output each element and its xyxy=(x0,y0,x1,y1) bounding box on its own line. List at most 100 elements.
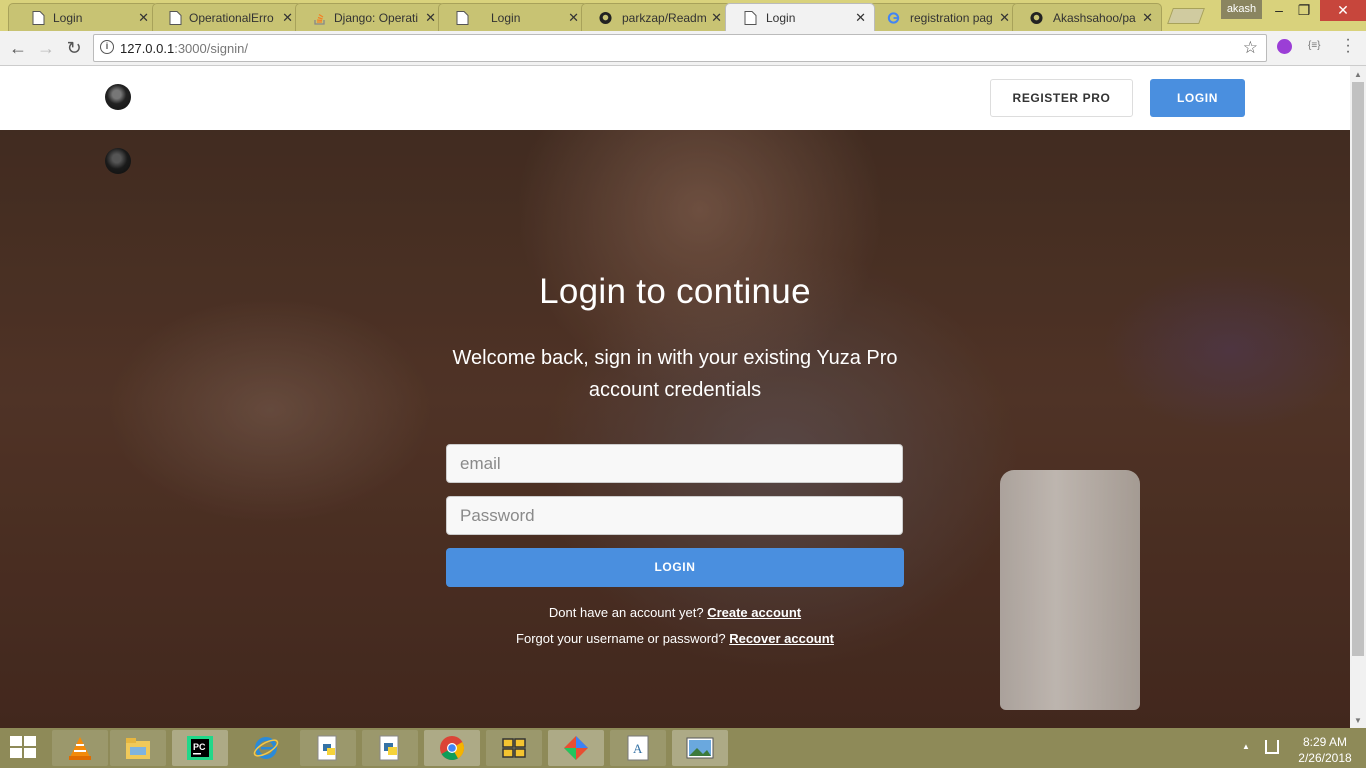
signup-prompt: Dont have an account yet? Create account xyxy=(0,605,1350,620)
minimize-icon[interactable]: – xyxy=(1265,0,1293,21)
recover-prompt: Forgot your username or password? Recove… xyxy=(0,631,1350,646)
browser-tab-title: Django: Operati xyxy=(334,11,419,25)
window-close-icon[interactable]: ✕ xyxy=(1320,0,1366,21)
taskbar-app[interactable] xyxy=(362,730,418,766)
scroll-down-icon[interactable]: ▼ xyxy=(1354,716,1362,725)
browser-tab-active[interactable]: Login ✕ xyxy=(725,3,875,31)
hero-logo xyxy=(105,148,131,174)
signup-text: Dont have an account yet? xyxy=(548,605,704,620)
app-icon xyxy=(502,738,526,758)
browser-tab-title: Login xyxy=(53,11,83,25)
github-icon xyxy=(599,11,612,25)
browser-tab-title: Login xyxy=(491,11,521,25)
address-bar[interactable]: i 127.0.0.1:3000/signin/ ☆ xyxy=(93,34,1267,62)
python-file-icon xyxy=(317,735,337,761)
url-host: 127.0.0.1 xyxy=(120,41,175,56)
close-tab-icon[interactable]: ✕ xyxy=(568,10,579,26)
taskbar-app[interactable]: PC xyxy=(172,730,228,766)
header-login-button[interactable]: LOGIN xyxy=(1150,79,1245,117)
email-field[interactable] xyxy=(446,444,903,483)
browser-tab[interactable]: Login ✕ xyxy=(438,3,588,31)
password-field[interactable] xyxy=(446,496,903,535)
svg-text:PC: PC xyxy=(193,742,206,752)
close-tab-icon[interactable]: ✕ xyxy=(855,10,866,26)
clock-time: 8:29 AM xyxy=(1302,735,1348,749)
profile-name[interactable]: akash xyxy=(1221,0,1262,19)
photos-icon xyxy=(686,737,714,759)
network-icon[interactable] xyxy=(1265,740,1279,754)
stackoverflow-icon xyxy=(314,13,325,25)
back-arrow-icon[interactable]: ← xyxy=(6,36,30,60)
browser-tab[interactable]: Django: Operati ✕ xyxy=(295,3,445,31)
browser-tab[interactable]: OperationalErro ✕ xyxy=(152,3,302,31)
create-account-link[interactable]: Create account xyxy=(707,605,801,620)
register-pro-button[interactable]: REGISTER PRO xyxy=(990,79,1133,117)
vlc-icon xyxy=(69,737,91,760)
browser-tab[interactable]: Login ✕ xyxy=(8,3,158,31)
bookmark-star-icon[interactable]: ☆ xyxy=(1243,38,1258,58)
json-extension-icon[interactable]: {≡} xyxy=(1308,40,1321,51)
browser-tab-title: registration pag xyxy=(910,11,993,25)
url-path: :3000/signin/ xyxy=(174,41,248,56)
taskbar-app[interactable] xyxy=(238,730,294,766)
restore-icon[interactable]: ❐ xyxy=(1290,0,1318,21)
page-scrollbar[interactable]: ▲ ▼ xyxy=(1350,66,1366,728)
taskbar-app[interactable] xyxy=(424,730,480,766)
info-icon[interactable]: i xyxy=(100,40,114,54)
browser-toolbar: ← → ↻ i 127.0.0.1:3000/signin/ ☆ {≡} · · · xyxy=(0,31,1366,66)
new-tab-button[interactable] xyxy=(1167,8,1205,24)
clock-date: 2/26/2018 xyxy=(1298,751,1352,765)
text-editor-icon: A xyxy=(627,735,649,761)
svg-text:A: A xyxy=(633,741,643,756)
system-clock[interactable]: 8:29 AM 2/26/2018 xyxy=(1290,734,1360,766)
tray-expand-icon[interactable]: ▲ xyxy=(1242,742,1250,751)
page-title: Login to continue xyxy=(539,272,811,311)
browser-tab-title: Login xyxy=(766,11,796,25)
recover-account-link[interactable]: Recover account xyxy=(729,631,834,646)
page-viewport: REGISTER PRO LOGIN Login to continue Wel… xyxy=(0,66,1350,728)
windows-start-icon[interactable] xyxy=(10,736,38,760)
close-tab-icon[interactable]: ✕ xyxy=(1142,10,1153,26)
site-header: REGISTER PRO LOGIN xyxy=(0,66,1350,130)
scroll-thumb[interactable] xyxy=(1352,82,1364,656)
github-icon xyxy=(1030,11,1043,25)
scroll-up-icon[interactable]: ▲ xyxy=(1354,70,1362,79)
taskbar-app[interactable]: A xyxy=(610,730,666,766)
internet-explorer-icon xyxy=(253,737,279,759)
taskbar-app[interactable] xyxy=(110,730,166,766)
extension-icon[interactable] xyxy=(1277,39,1292,54)
close-tab-icon[interactable]: ✕ xyxy=(282,10,293,26)
pycharm-icon: PC xyxy=(187,736,213,760)
recover-text: Forgot your username or password? xyxy=(516,631,726,646)
menu-dots-icon[interactable]: · · · xyxy=(1343,32,1353,60)
forward-arrow-icon[interactable]: → xyxy=(34,36,58,60)
page-icon xyxy=(169,11,182,25)
close-tab-icon[interactable]: ✕ xyxy=(138,10,149,26)
url-text[interactable]: 127.0.0.1:3000/signin/ xyxy=(120,41,248,56)
hero-section: Login to continue Welcome back, sign in … xyxy=(0,130,1350,728)
chrome-icon xyxy=(440,736,465,761)
google-icon xyxy=(887,12,900,24)
site-logo[interactable] xyxy=(105,84,131,110)
browser-tab-title: OperationalErro xyxy=(189,11,274,25)
close-tab-icon[interactable]: ✕ xyxy=(711,10,722,26)
page-icon xyxy=(32,11,45,25)
python-icon xyxy=(379,735,399,761)
browser-tab[interactable]: parkzap/Readm ✕ xyxy=(581,3,731,31)
taskbar-app[interactable] xyxy=(548,730,604,766)
taskbar-app[interactable] xyxy=(300,730,356,766)
close-tab-icon[interactable]: ✕ xyxy=(999,10,1010,26)
browser-tab-title: Akashsahoo/pa xyxy=(1053,11,1136,25)
taskbar-app[interactable] xyxy=(52,730,108,766)
browser-tab-strip: Login ✕ OperationalErro ✕ Django: Operat… xyxy=(0,0,1366,31)
page-icon xyxy=(744,11,757,25)
close-tab-icon[interactable]: ✕ xyxy=(425,10,436,26)
browser-tab[interactable]: registration pag ✕ xyxy=(869,3,1019,31)
taskbar-app[interactable] xyxy=(486,730,542,766)
browser-tab[interactable]: Akashsahoo/pa ✕ xyxy=(1012,3,1162,31)
taskbar-app[interactable] xyxy=(672,730,728,766)
browser-tab-title: parkzap/Readm xyxy=(622,11,707,25)
page-icon xyxy=(456,11,469,25)
reload-icon[interactable]: ↻ xyxy=(62,36,86,60)
login-submit-button[interactable]: LOGIN xyxy=(446,548,904,587)
